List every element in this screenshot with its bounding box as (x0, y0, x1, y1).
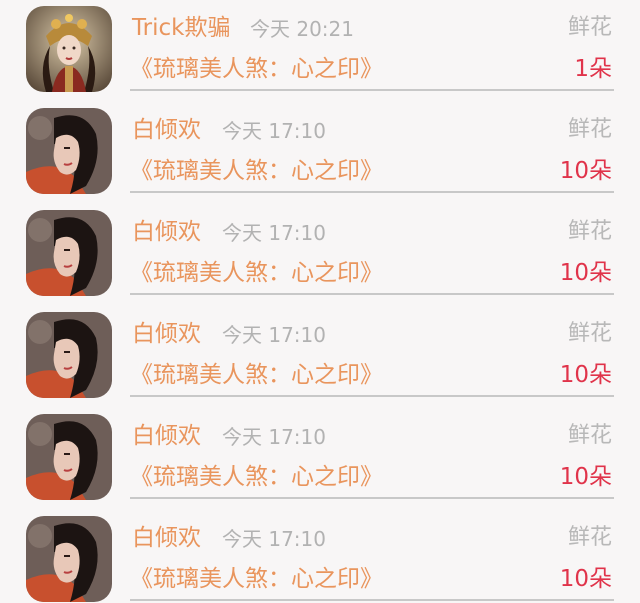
gift-count: 10朵 (559, 158, 612, 184)
timestamp: 今天 17:10 (222, 527, 326, 551)
list-item[interactable]: 白倾欢 今天 17:10 鲜花 《琉璃美人煞：心之印》 10朵 (0, 306, 640, 408)
gift-type: 鲜花 (567, 423, 612, 448)
book-title[interactable]: 《琉璃美人煞：心之印》 (130, 358, 383, 392)
sender-name[interactable]: 白倾欢 (132, 216, 201, 248)
ornate-woman-avatar-icon (26, 6, 112, 92)
gift-count: 10朵 (559, 260, 612, 286)
timestamp: 今天 20:21 (250, 17, 354, 41)
avatar[interactable] (26, 210, 112, 296)
timestamp: 今天 17:10 (222, 119, 326, 143)
divider (130, 395, 614, 397)
sender-name[interactable]: 白倾欢 (132, 114, 201, 146)
gift-count: 10朵 (559, 362, 612, 388)
divider (130, 293, 614, 295)
divider (130, 89, 614, 91)
timestamp: 今天 17:10 (222, 323, 326, 347)
woman-profile-avatar-icon (26, 414, 112, 500)
woman-profile-avatar-icon (26, 516, 112, 602)
divider (130, 191, 614, 193)
list-item[interactable]: 白倾欢 今天 17:10 鲜花 《琉璃美人煞：心之印》 10朵 (0, 408, 640, 510)
woman-profile-avatar-icon (26, 312, 112, 398)
gift-type: 鲜花 (567, 219, 612, 244)
gift-count: 1朵 (574, 56, 612, 82)
list-item[interactable]: 白倾欢 今天 17:10 鲜花 《琉璃美人煞：心之印》 10朵 (0, 510, 640, 603)
avatar[interactable] (26, 414, 112, 500)
timestamp: 今天 17:10 (222, 425, 326, 449)
gift-type: 鲜花 (567, 321, 612, 346)
list-item[interactable]: 白倾欢 今天 17:10 鲜花 《琉璃美人煞：心之印》 10朵 (0, 102, 640, 204)
gift-type: 鲜花 (567, 15, 612, 40)
book-title[interactable]: 《琉璃美人煞：心之印》 (130, 562, 383, 596)
gift-record-list: Trick欺骗 今天 20:21 鲜花 《琉璃美人煞：心之印》 1朵 白倾欢 今… (0, 0, 640, 603)
avatar[interactable] (26, 516, 112, 602)
woman-profile-avatar-icon (26, 108, 112, 194)
book-title[interactable]: 《琉璃美人煞：心之印》 (130, 154, 383, 188)
list-item[interactable]: Trick欺骗 今天 20:21 鲜花 《琉璃美人煞：心之印》 1朵 (0, 0, 640, 102)
sender-name[interactable]: 白倾欢 (132, 522, 201, 554)
gift-count: 10朵 (559, 566, 612, 592)
sender-name[interactable]: 白倾欢 (132, 318, 201, 350)
divider (130, 497, 614, 499)
avatar[interactable] (26, 6, 112, 92)
avatar[interactable] (26, 312, 112, 398)
divider (130, 599, 614, 601)
gift-count: 10朵 (559, 464, 612, 490)
timestamp: 今天 17:10 (222, 221, 326, 245)
avatar[interactable] (26, 108, 112, 194)
book-title[interactable]: 《琉璃美人煞：心之印》 (130, 256, 383, 290)
book-title[interactable]: 《琉璃美人煞：心之印》 (130, 52, 383, 86)
book-title[interactable]: 《琉璃美人煞：心之印》 (130, 460, 383, 494)
woman-profile-avatar-icon (26, 210, 112, 296)
gift-type: 鲜花 (567, 525, 612, 550)
sender-name[interactable]: Trick欺骗 (132, 12, 230, 44)
gift-type: 鲜花 (567, 117, 612, 142)
list-item[interactable]: 白倾欢 今天 17:10 鲜花 《琉璃美人煞：心之印》 10朵 (0, 204, 640, 306)
sender-name[interactable]: 白倾欢 (132, 420, 201, 452)
